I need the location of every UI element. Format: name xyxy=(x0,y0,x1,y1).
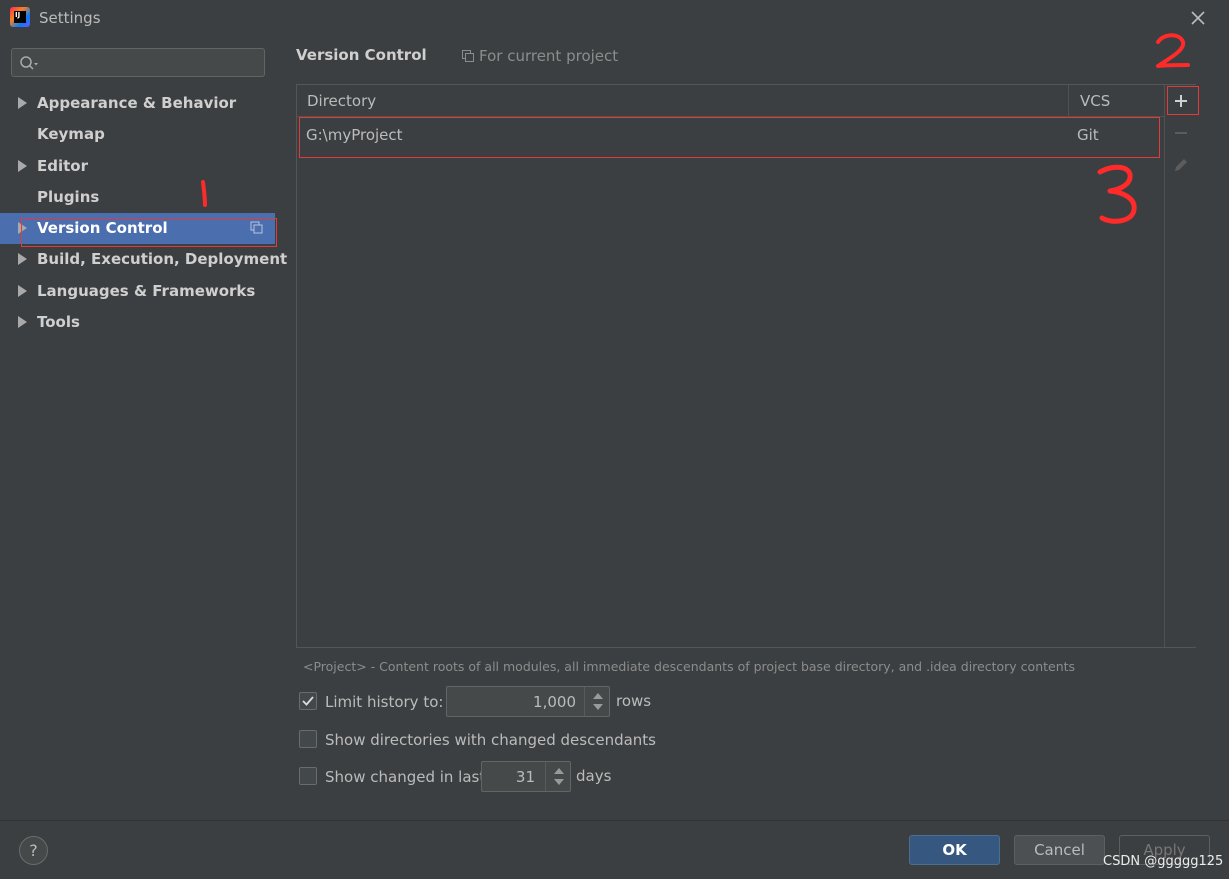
sidebar-item-editor[interactable]: Editor xyxy=(0,151,275,182)
project-scope-icon xyxy=(462,50,474,62)
ok-button[interactable]: OK xyxy=(909,835,1000,865)
limit-history-label[interactable]: Limit history to: xyxy=(325,693,443,711)
sidebar-item-label: Languages & Frameworks xyxy=(37,281,256,300)
limit-history-checkbox[interactable] xyxy=(299,692,317,710)
sidebar-item-label: Build, Execution, Deployment xyxy=(37,250,288,269)
settings-tree: Appearance & Behavior Keymap Editor Plug… xyxy=(0,88,287,338)
history-limit-spinner[interactable]: 1,000 xyxy=(446,686,610,717)
spinner-arrows[interactable] xyxy=(545,762,570,791)
sidebar-item-label: Appearance & Behavior xyxy=(37,94,237,112)
rows-unit-label: rows xyxy=(616,692,652,710)
mapping-hint: <Project> - Content roots of all modules… xyxy=(303,659,1076,674)
page-title: Version Control xyxy=(296,46,427,64)
changed-days-spinner[interactable]: 31 xyxy=(481,761,571,792)
expand-arrow-icon[interactable] xyxy=(18,316,27,329)
expand-arrow-icon[interactable] xyxy=(18,284,27,297)
expand-arrow-icon[interactable] xyxy=(18,97,27,109)
spinner-arrows[interactable] xyxy=(584,687,609,716)
expand-arrow-icon[interactable] xyxy=(18,253,27,266)
checkmark-icon xyxy=(302,696,314,706)
column-header-directory[interactable]: Directory xyxy=(307,92,376,110)
show-directories-checkbox[interactable] xyxy=(299,730,317,748)
annotation-number-two xyxy=(1156,33,1190,68)
column-divider[interactable] xyxy=(1068,85,1069,117)
intellij-app-icon: IJ xyxy=(10,7,30,27)
csdn-watermark: CSDN @ggggg125 xyxy=(1103,854,1224,869)
close-icon[interactable] xyxy=(1186,6,1210,30)
window-title: Settings xyxy=(39,9,101,27)
show-changed-checkbox[interactable] xyxy=(299,767,317,785)
decrement-icon[interactable] xyxy=(554,779,564,785)
increment-icon[interactable] xyxy=(593,693,603,699)
table-toolbar xyxy=(1164,85,1196,647)
increment-icon[interactable] xyxy=(554,768,564,774)
history-limit-value[interactable]: 1,000 xyxy=(447,693,576,711)
settings-sidebar: Appearance & Behavior Keymap Editor Plug… xyxy=(0,36,287,820)
edit-icon[interactable] xyxy=(1171,155,1191,175)
annotation-box-add-button xyxy=(1167,86,1199,115)
decrement-icon[interactable] xyxy=(593,704,603,710)
sidebar-item-label: Editor xyxy=(37,156,88,175)
vcs-mappings-table: Directory VCS G:\myProject Git xyxy=(296,84,1196,648)
dialog-footer: ? OK Cancel Apply CSDN @ggggg125 xyxy=(0,820,1229,879)
scope-text: For current project xyxy=(479,47,619,65)
days-unit-label: days xyxy=(576,767,612,785)
sidebar-item-languages-frameworks[interactable]: Languages & Frameworks xyxy=(0,276,275,307)
remove-icon[interactable] xyxy=(1171,123,1191,143)
table-header: Directory VCS xyxy=(297,85,1164,117)
changed-days-value[interactable]: 31 xyxy=(482,768,535,786)
show-directories-label[interactable]: Show directories with changed descendant… xyxy=(325,731,656,749)
annotation-number-one xyxy=(201,180,207,207)
expand-arrow-icon[interactable] xyxy=(18,159,27,172)
column-header-vcs[interactable]: VCS xyxy=(1080,92,1110,110)
sidebar-item-appearance-behavior[interactable]: Appearance & Behavior xyxy=(0,88,275,119)
app-icon-text: IJ xyxy=(14,11,26,23)
search-input[interactable] xyxy=(11,48,265,77)
show-changed-label[interactable]: Show changed in last xyxy=(325,768,485,786)
sidebar-item-label: Plugins xyxy=(37,187,100,206)
sidebar-item-label: Tools xyxy=(37,313,80,332)
sidebar-item-keymap[interactable]: Keymap xyxy=(0,119,275,150)
help-button[interactable]: ? xyxy=(19,836,48,865)
title-bar: IJ Settings xyxy=(0,0,1229,36)
sidebar-item-tools[interactable]: Tools xyxy=(0,307,275,338)
scope-label: For current project xyxy=(462,47,618,65)
sidebar-item-label: Keymap xyxy=(37,125,105,144)
annotation-box-version-control xyxy=(21,218,277,247)
sidebar-item-plugins[interactable]: Plugins xyxy=(0,182,275,213)
annotation-number-three xyxy=(1097,164,1137,224)
cancel-button[interactable]: Cancel xyxy=(1014,835,1105,865)
search-icon xyxy=(20,56,38,70)
sidebar-item-build-execution-deployment[interactable]: Build, Execution, Deployment xyxy=(0,244,287,275)
annotation-box-mapping-row xyxy=(299,117,1160,158)
